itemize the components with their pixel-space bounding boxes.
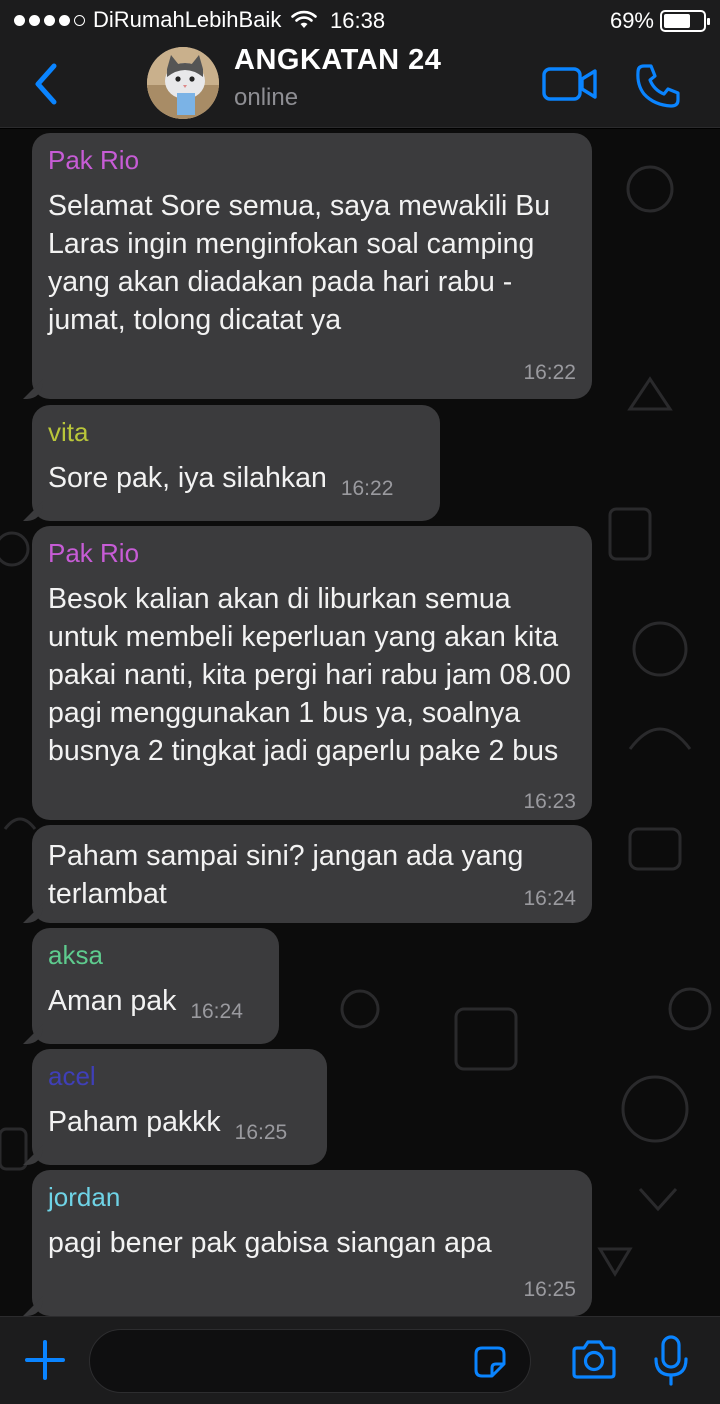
message-list[interactable]: Pak Rio Selamat Sore semua, saya mewakil…: [0, 129, 720, 1316]
message-text: Sore pak, iya silahkan 16:22: [48, 459, 424, 508]
message-text: Aman pak 16:24: [48, 982, 263, 1031]
sticker-icon[interactable]: [472, 1344, 508, 1380]
message-bubble[interactable]: vita Sore pak, iya silahkan 16:22: [32, 405, 440, 521]
status-bar: DiRumahLebihBaik 16:38 69%: [0, 0, 720, 40]
message-time: 16:25: [234, 1121, 288, 1144]
message-bubble[interactable]: Paham sampai sini? jangan ada yang terla…: [32, 825, 592, 923]
message-bubble[interactable]: acel Paham pakkk 16:25: [32, 1049, 327, 1165]
sender-name: Pak Rio: [48, 538, 140, 568]
message-bubble[interactable]: aksa Aman pak 16:24: [32, 928, 279, 1044]
message-text: pagi bener pak gabisa siangan apa: [48, 1227, 492, 1259]
compose-bar: [0, 1316, 720, 1404]
message-time: 16:24: [523, 887, 576, 910]
sender-name: acel: [48, 1061, 96, 1091]
camera-icon[interactable]: [570, 1339, 618, 1381]
sender-name: vita: [48, 417, 89, 447]
message-time: 16:22: [340, 477, 394, 500]
wifi-icon: [291, 10, 318, 28]
plus-icon[interactable]: [24, 1339, 66, 1381]
message-time: 16:23: [523, 790, 576, 813]
message-bubble[interactable]: jordan pagi bener pak gabisa siangan apa…: [32, 1170, 592, 1316]
battery-icon: [660, 10, 710, 32]
message-time: 16:25: [523, 1278, 576, 1301]
message-time: 16:22: [523, 361, 576, 384]
group-avatar[interactable]: [147, 47, 219, 119]
clock: 16:38: [330, 8, 386, 33]
microphone-icon[interactable]: [653, 1335, 689, 1387]
message-bubble[interactable]: Pak Rio Selamat Sore semua, saya mewakil…: [32, 133, 592, 399]
battery-percent: 69%: [609, 8, 654, 33]
phone-call-icon[interactable]: [634, 62, 682, 110]
chat-header: ANGKATAN 24 online: [0, 40, 720, 128]
battery-fill: [664, 14, 691, 28]
message-text: Selamat Sore semua, saya mewakili Bu Lar…: [48, 190, 551, 336]
message-text: Besok kalian akan di liburkan semua untu…: [48, 583, 571, 767]
message-text: Paham pakkk 16:25: [48, 1103, 311, 1152]
message-text: Paham sampai sini? jangan ada yang terla…: [48, 840, 524, 910]
chat-title[interactable]: ANGKATAN 24: [234, 44, 441, 77]
sender-name: aksa: [48, 940, 103, 970]
back-chevron-icon[interactable]: [30, 62, 64, 106]
carrier-name: DiRumahLebihBaik: [93, 7, 282, 32]
sender-name: jordan: [48, 1182, 121, 1212]
chat-status: online: [234, 84, 299, 111]
video-call-icon[interactable]: [541, 64, 599, 104]
message-input[interactable]: [89, 1329, 531, 1393]
sender-name: Pak Rio: [48, 145, 140, 175]
signal-dots-icon: [14, 14, 85, 26]
message-time: 16:24: [190, 1000, 243, 1023]
message-bubble[interactable]: Pak Rio Besok kalian akan di liburkan se…: [32, 526, 592, 820]
